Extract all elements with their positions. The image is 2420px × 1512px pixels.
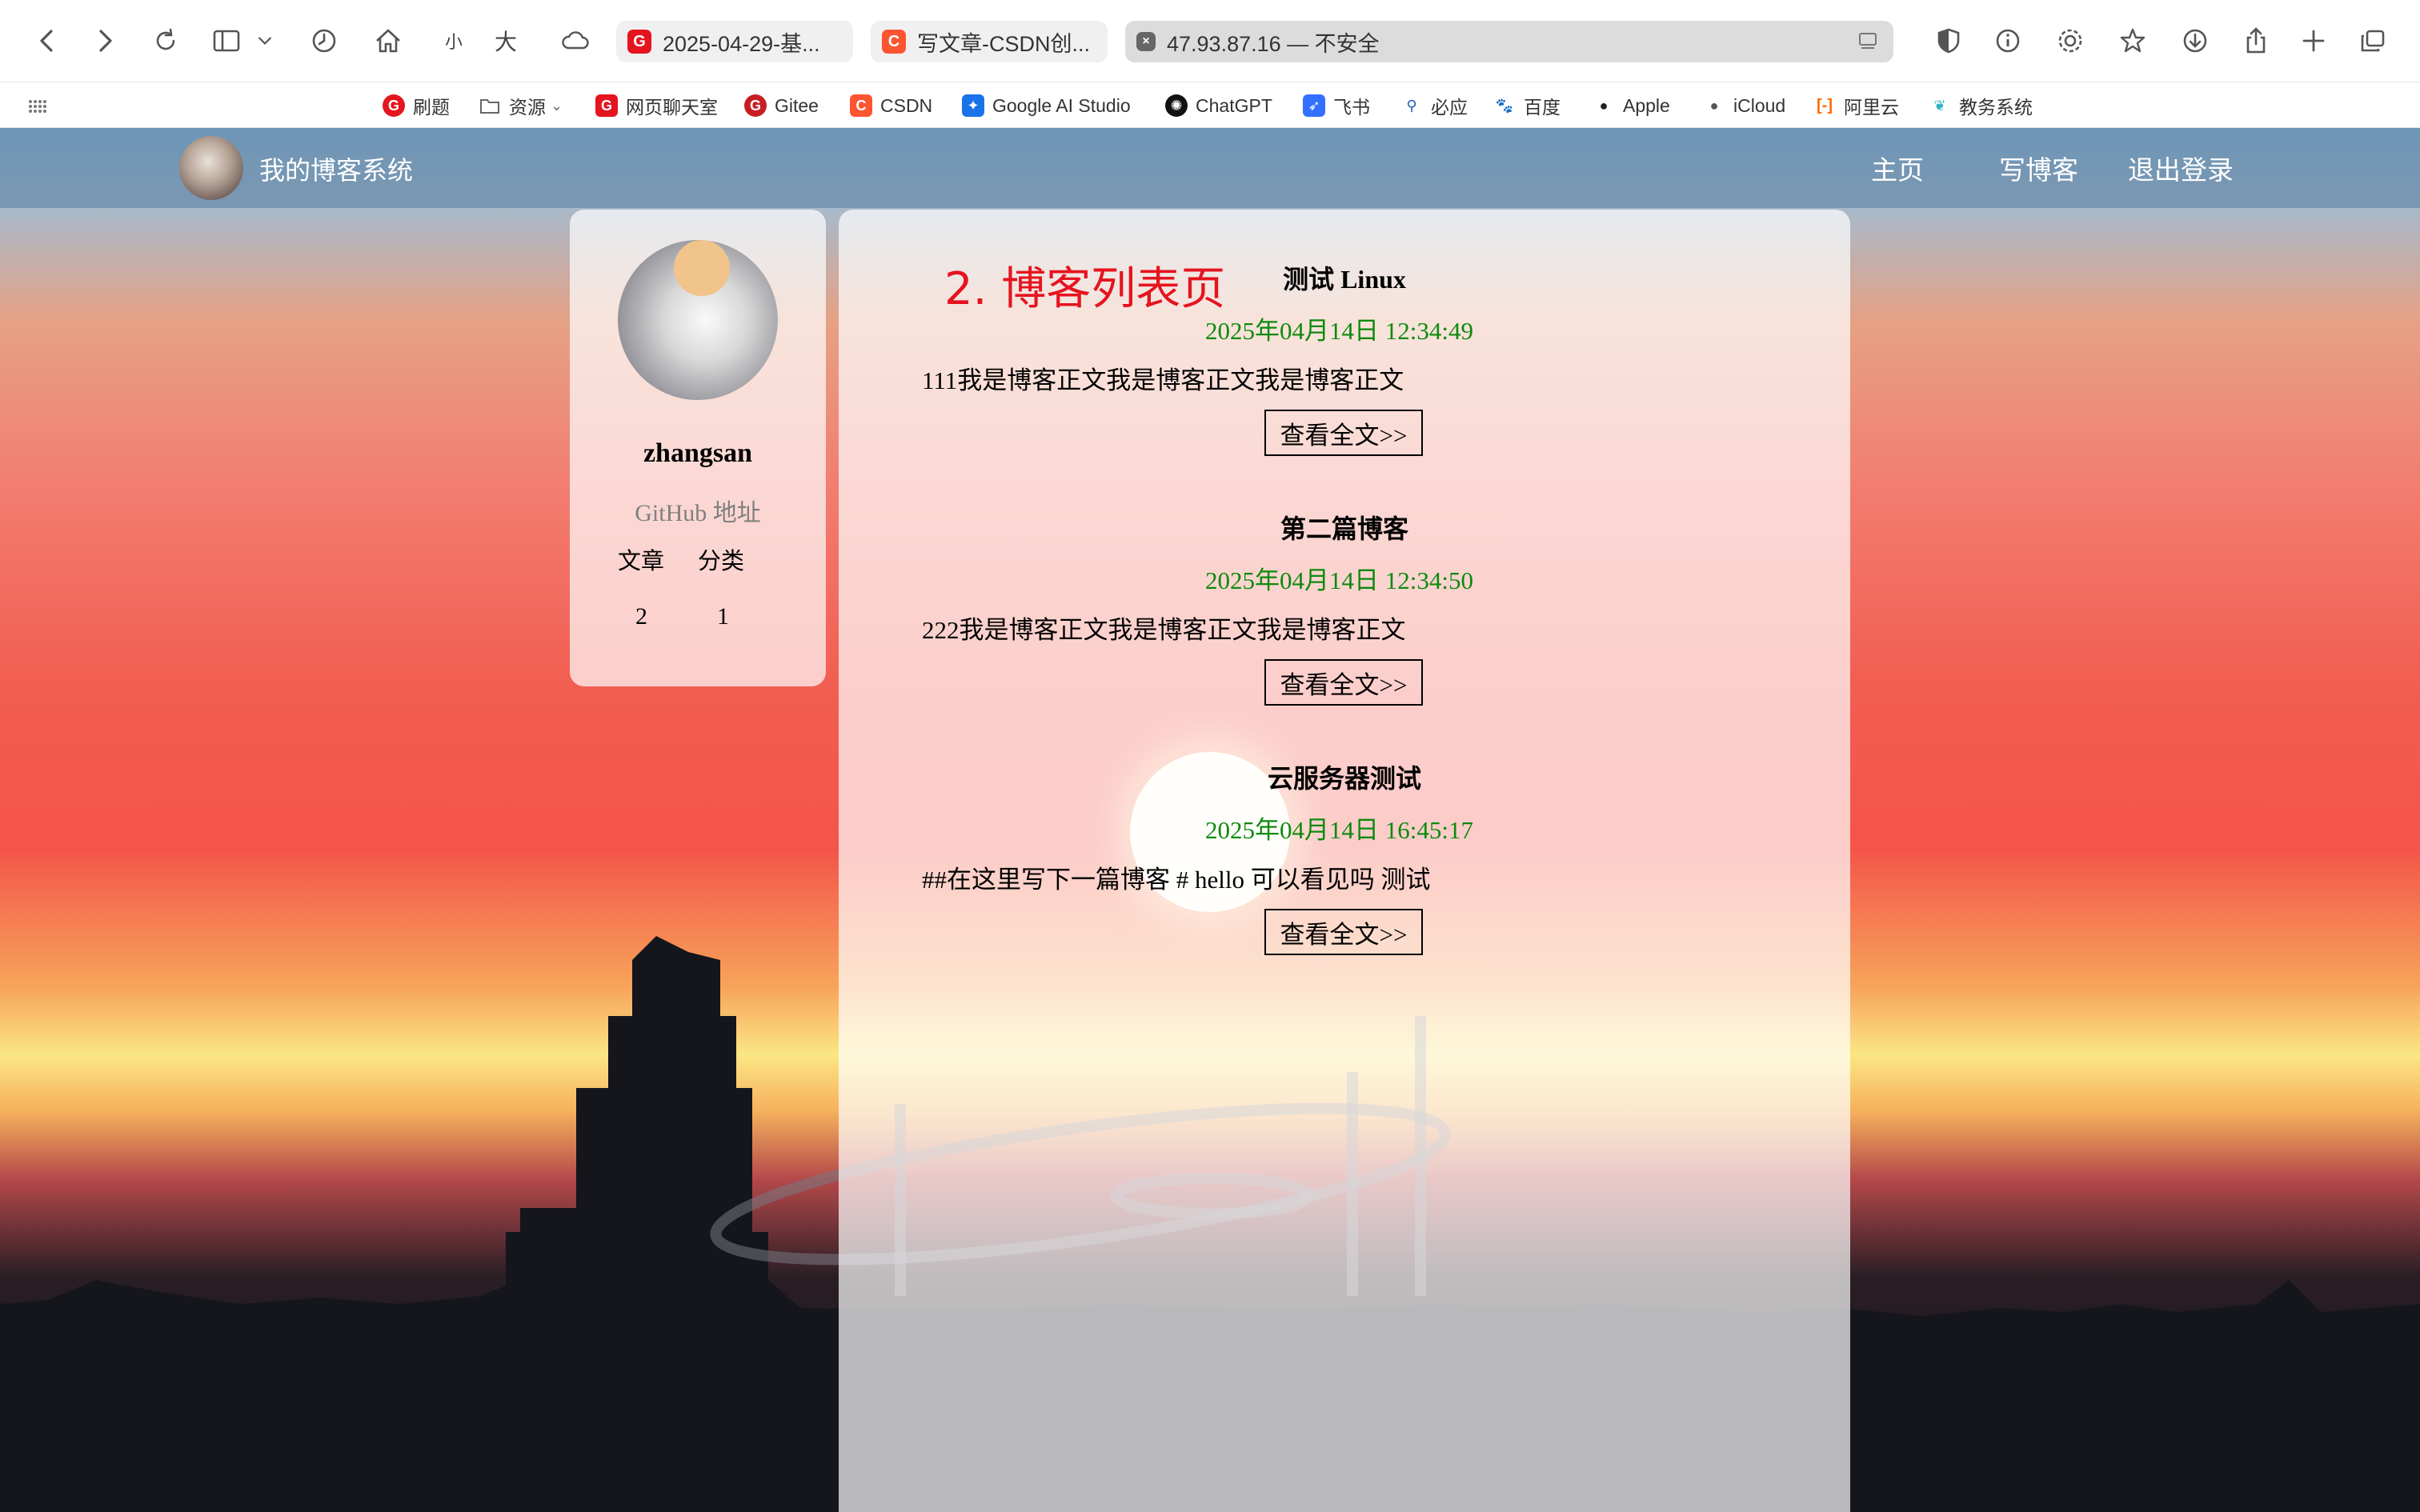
blog-desc: 222我是博客正文我是博客正文我是博客正文 — [922, 616, 1406, 644]
blog-date: 2025年04月14日 12:34:50 — [1205, 566, 1473, 594]
baidu-paw-icon: 🐾 — [1495, 97, 1514, 114]
bookmark-chatroom[interactable]: G 网页聊天室 — [595, 92, 718, 119]
apple-icon: ● — [1599, 97, 1609, 114]
bookmark-icloud[interactable]: ● iCloud — [1703, 92, 1786, 119]
blog-title: 云服务器测试 — [1267, 764, 1421, 793]
gear-icon[interactable] — [2049, 19, 2092, 62]
user-name: zhangsan — [643, 438, 753, 468]
view-full-button[interactable]: 查看全文>> — [1264, 909, 1423, 955]
tab-overview-icon[interactable] — [2351, 19, 2394, 62]
bookmark-apple[interactable]: ● Apple — [1593, 92, 1670, 119]
blog-desc: ##在这里写下一篇博客 # hello 可以看见吗 测试 — [922, 866, 1431, 894]
articles-count: 2 — [635, 603, 647, 630]
chevron-down-icon: ⌄ — [551, 97, 563, 114]
home-icon[interactable] — [367, 19, 410, 62]
cloud-icon[interactable] — [554, 19, 597, 62]
ai-studio-icon: ✦ — [962, 94, 984, 117]
bookmark-gitee[interactable]: G Gitee — [744, 92, 819, 119]
address-bar[interactable]: × 47.93.87.16 — 不安全 — [1125, 21, 1893, 62]
articles-label: 文章 — [618, 547, 665, 574]
reload-icon[interactable] — [144, 19, 187, 62]
apps-grid-icon[interactable] — [26, 92, 48, 119]
gitee-icon: G — [383, 94, 405, 117]
folder-icon — [479, 94, 501, 117]
feishu-icon: ➶ — [1303, 94, 1325, 117]
site-title: 我的博客系统 — [259, 155, 414, 186]
close-tab-icon[interactable]: × — [1136, 32, 1156, 51]
view-full-button[interactable]: 查看全文>> — [1264, 410, 1423, 456]
info-icon[interactable] — [1986, 19, 2029, 62]
tab-blog-article[interactable]: G 2025-04-29-基... — [616, 21, 853, 62]
view-full-button[interactable]: 查看全文>> — [1264, 659, 1423, 706]
blog-date: 2025年04月14日 12:34:49 — [1205, 317, 1473, 345]
apple-icon: ● — [1709, 97, 1719, 114]
font-large-button[interactable]: 大 — [495, 19, 517, 62]
share-icon[interactable] — [2234, 19, 2278, 62]
history-icon[interactable] — [302, 19, 346, 62]
blog-date: 2025年04月14日 16:45:17 — [1205, 816, 1473, 844]
bookmark-academic-system[interactable]: ❦ 教务系统 — [1929, 92, 2033, 119]
bookmark-aliyun[interactable]: [-] 阿里云 — [1813, 92, 1899, 119]
bookmark-bing[interactable]: ⚲ 必应 — [1400, 92, 1468, 119]
nav-link-home[interactable]: 主页 — [1871, 149, 1924, 187]
bookmark-baidu[interactable]: 🐾 百度 — [1493, 92, 1561, 119]
nav-link-write-blog[interactable]: 写博客 — [1999, 149, 2078, 187]
browser-toolbar: 小 大 G 2025-04-29-基... C 写文章-CSDN创... × 4… — [0, 0, 2420, 82]
back-icon[interactable] — [26, 19, 69, 62]
gitee-icon: G — [595, 94, 618, 117]
site-navbar: 我的博客系统 主页 写博客 退出登录 — [0, 128, 2420, 208]
tab-csdn-write[interactable]: C 写文章-CSDN创... — [871, 21, 1108, 62]
search-icon: ⚲ — [1406, 97, 1417, 114]
blog-desc: 111我是博客正文我是博客正文我是博客正文 — [922, 366, 1404, 394]
leaf-icon: ❦ — [1933, 97, 1946, 114]
nav-avatar[interactable] — [179, 136, 243, 200]
gitee-icon: G — [627, 30, 651, 54]
bookmarks-bar: G 刷题 资源 ⌄ G 网页聊天室 G Gitee C CSDN ✦ Google AI S… — [0, 82, 2420, 128]
download-icon[interactable] — [2174, 19, 2217, 62]
categories-label: 分类 — [698, 547, 745, 574]
forward-icon[interactable] — [83, 19, 126, 62]
bookmark-csdn[interactable]: C CSDN — [850, 92, 932, 119]
bookmark-shuati[interactable]: G 刷题 — [383, 92, 450, 119]
chevron-down-icon[interactable] — [251, 19, 278, 62]
csdn-icon: C — [850, 94, 872, 117]
privacy-shield-icon[interactable] — [1927, 19, 1970, 62]
csdn-icon: C — [882, 30, 906, 54]
openai-icon: ✺ — [1165, 94, 1188, 117]
gitee-icon: G — [744, 94, 767, 117]
blog-title: 第二篇博客 — [1280, 514, 1408, 543]
bookmark-resources-folder[interactable]: 资源 ⌄ — [479, 92, 563, 119]
star-icon[interactable] — [2111, 19, 2154, 62]
blog-title: 测试 Linux — [1283, 265, 1406, 294]
aliyun-icon: [-] — [1817, 96, 1833, 114]
bookmark-chatgpt[interactable]: ✺ ChatGPT — [1165, 92, 1272, 119]
nav-link-logout[interactable]: 退出登录 — [2128, 149, 2234, 187]
font-small-button[interactable]: 小 — [445, 19, 463, 62]
sidebar-icon[interactable] — [205, 19, 248, 62]
new-tab-icon[interactable] — [2292, 19, 2335, 62]
bookmark-feishu[interactable]: ➶ 飞书 — [1303, 92, 1370, 119]
reader-icon[interactable] — [1857, 30, 1879, 53]
categories-count: 1 — [717, 603, 729, 630]
bookmark-google-ai-studio[interactable]: ✦ Google AI Studio — [962, 92, 1131, 119]
